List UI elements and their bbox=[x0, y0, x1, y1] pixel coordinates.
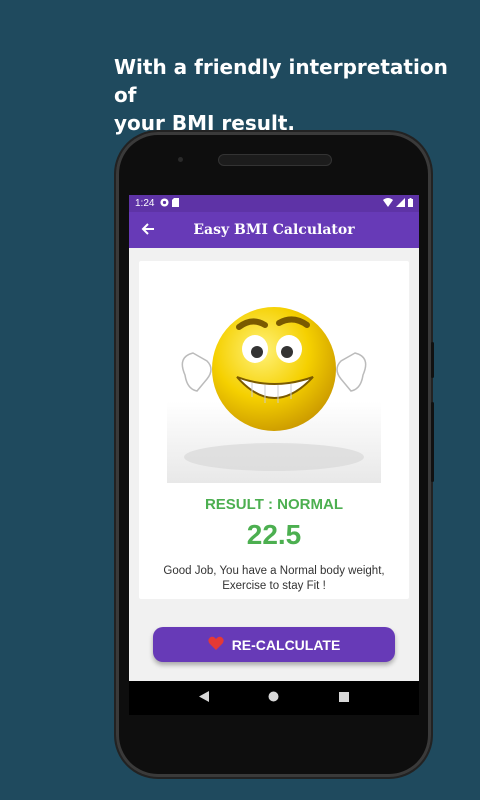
power-button bbox=[431, 342, 434, 378]
message-line-2: Exercise to stay Fit ! bbox=[222, 580, 326, 592]
app-bar: Easy BMI Calculator bbox=[129, 212, 419, 248]
phone-screen: 1:24 Easy BMI Calculator RESULT: NORMAL… bbox=[129, 195, 419, 715]
arrow-back-icon[interactable] bbox=[129, 220, 167, 241]
result-label: RESULT : NORMAL bbox=[204, 496, 344, 513]
wifi-icon bbox=[383, 197, 393, 210]
volume-button bbox=[431, 402, 434, 482]
recalculate-label: RE-CALCULATE bbox=[231, 636, 341, 653]
promo-line-1: With a friendly interpretation of bbox=[114, 55, 448, 107]
emoji-image bbox=[167, 279, 381, 483]
bmi-value: 22.5 bbox=[246, 519, 302, 550]
phone-frame: 1:24 Easy BMI Calculator RESULT: NORMAL… bbox=[116, 132, 434, 777]
sim-icon bbox=[172, 197, 180, 210]
status-bar: 1:24 bbox=[129, 195, 419, 212]
result-message: Good Job, You have a Normal body weight,… bbox=[153, 564, 395, 594]
result-card: RESULT : NORMAL 22.5 Good Job, You have … bbox=[139, 261, 409, 599]
recalculate-button[interactable]: RE-CALCULATE bbox=[153, 627, 395, 662]
app-title: Easy BMI Calculator bbox=[193, 222, 355, 238]
front-camera bbox=[178, 157, 183, 162]
battery-icon bbox=[408, 197, 413, 210]
recents-square-icon[interactable] bbox=[339, 691, 350, 705]
status-icons bbox=[383, 197, 413, 210]
heart-icon bbox=[208, 636, 224, 653]
message-line-1: Good Job, You have a Normal body weight, bbox=[163, 565, 385, 577]
promo-caption: With a friendly interpretation of your B… bbox=[114, 53, 454, 137]
back-triangle-icon[interactable] bbox=[198, 691, 209, 705]
earpiece-speaker bbox=[218, 154, 332, 166]
signal-icon bbox=[396, 197, 405, 210]
status-time: 1:24 bbox=[135, 198, 155, 209]
settings-icon bbox=[160, 197, 170, 210]
nav-bar bbox=[129, 681, 419, 715]
home-circle-icon[interactable] bbox=[268, 691, 279, 705]
